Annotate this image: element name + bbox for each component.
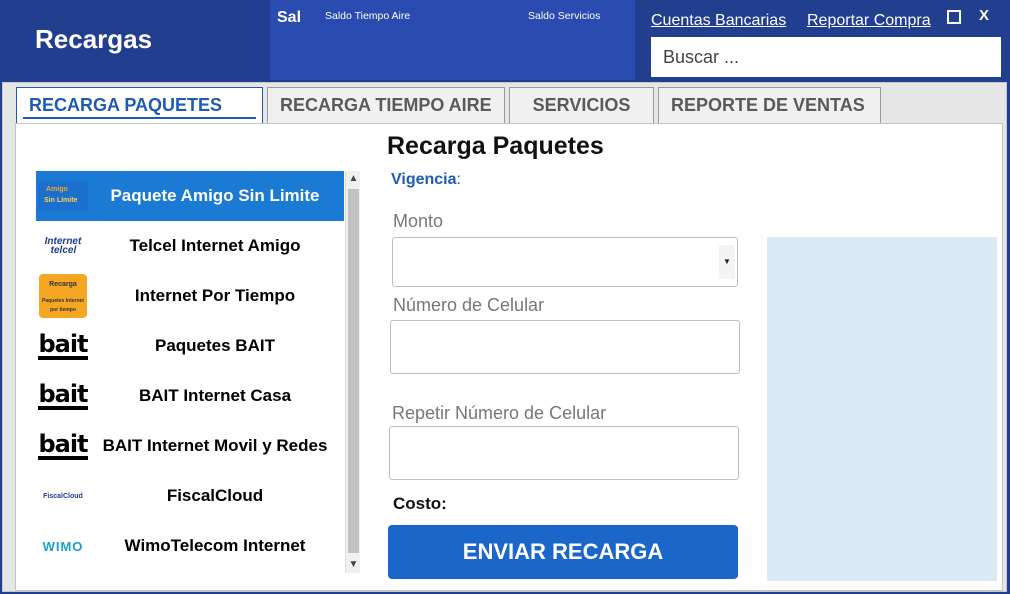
logo-text: telcel — [50, 245, 77, 256]
logo-text: Paquetes Internet por tiempo — [42, 298, 84, 313]
tab-bar: RECARGA PAQUETES RECARGA TIEMPO AIRE SER… — [16, 87, 885, 123]
costo-label: Costo: — [393, 494, 447, 513]
logo-text: bait — [38, 430, 89, 460]
list-item[interactable]: WIMO WimoTelecom Internet — [36, 521, 344, 571]
dropdown-arrow-icon[interactable]: ▼ — [719, 245, 735, 279]
bait-logo: bait — [38, 376, 89, 416]
vigencia-label: Vigencia: — [391, 171, 461, 188]
product-list[interactable]: Amigo Sin Límite Paquete Amigo Sin Limit… — [36, 171, 344, 573]
search-input[interactable] — [651, 37, 1001, 77]
list-item[interactable]: bait BAIT Internet Casa — [36, 371, 344, 421]
saldo-tiempo-aire-label: Saldo Tiempo Aire — [325, 10, 411, 22]
numero-celular-label: Número de Celular — [393, 295, 545, 315]
tab-reporte-de-ventas[interactable]: REPORTE DE VENTAS — [658, 87, 881, 123]
logo-text: WIMO — [42, 538, 84, 554]
reportar-compra-link[interactable]: Reportar Compra — [807, 12, 931, 30]
amigo-sin-limite-logo: Amigo Sin Límite — [38, 176, 88, 216]
info-panel — [767, 237, 997, 581]
list-item[interactable]: FiscalCloud FiscalCloud — [36, 471, 344, 521]
logo-text: Recarga — [49, 281, 77, 288]
chevron-down-icon[interactable]: ▼ — [346, 557, 361, 573]
tab-servicios[interactable]: SERVICIOS — [509, 87, 654, 123]
saldo-servicios-label: Saldo Servicios — [528, 10, 601, 22]
recarga-internet-logo: Recarga Paquetes Internet por tiempo — [38, 274, 88, 318]
logo-text: bait — [38, 380, 89, 410]
recarga-paquetes-panel: Amigo Sin Límite Paquete Amigo Sin Limit… — [15, 123, 1003, 591]
wimo-logo: WIMO — [38, 526, 88, 566]
recargas-window: Recargas Sal Saldo Tiempo Aire Saldo Ser… — [0, 0, 1010, 594]
repetir-numero-label: Repetir Número de Celular — [392, 403, 607, 423]
list-item[interactable]: bait BAIT Internet Movil y Redes — [36, 421, 344, 471]
monto-label: Monto — [393, 211, 444, 231]
bait-logo: bait — [38, 326, 89, 366]
maximize-icon[interactable] — [946, 6, 962, 24]
list-item[interactable]: Internet telcel Telcel Internet Amigo — [36, 221, 344, 271]
logo-text: FiscalCloud — [43, 492, 83, 500]
main-body: RECARGA PAQUETES RECARGA TIEMPO AIRE SER… — [2, 82, 1007, 592]
logo-text: Sin Límite — [44, 197, 78, 204]
logo-text: bait — [38, 330, 89, 360]
logo-text: Amigo — [46, 186, 68, 193]
tab-recarga-tiempo-aire[interactable]: RECARGA TIEMPO AIRE — [267, 87, 505, 123]
app-title: Recargas — [35, 24, 153, 54]
vigencia-text: Vigencia — [391, 171, 457, 188]
repetir-numero-input[interactable] — [389, 426, 739, 480]
scroll-thumb[interactable] — [348, 189, 359, 553]
form-title: Recarga Paquetes — [387, 132, 604, 160]
bait-logo: bait — [38, 426, 89, 466]
balance-panel: Sal Saldo Tiempo Aire Saldo Servicios — [270, 0, 635, 80]
app-header: Recargas Sal Saldo Tiempo Aire Saldo Ser… — [0, 0, 1010, 82]
list-item[interactable]: bait Paquetes BAIT — [36, 321, 344, 371]
chevron-up-icon[interactable]: ▲ — [346, 171, 361, 187]
list-item[interactable]: Amigo Sin Límite Paquete Amigo Sin Limit… — [36, 171, 344, 221]
tab-recarga-paquetes[interactable]: RECARGA PAQUETES — [16, 87, 263, 123]
product-list-scrollbar[interactable]: ▲ ▼ — [345, 171, 360, 573]
list-item[interactable]: Recarga Paquetes Internet por tiempo Inte… — [36, 271, 344, 321]
internet-telcel-logo: Internet telcel — [38, 226, 88, 266]
monto-select[interactable]: ▼ — [392, 237, 738, 287]
balance-label: Sal — [277, 9, 302, 26]
numero-celular-input[interactable] — [390, 320, 740, 374]
enviar-recarga-button[interactable]: ENVIAR RECARGA — [388, 525, 738, 579]
close-icon[interactable]: X — [976, 7, 992, 25]
fiscalcloud-logo: FiscalCloud — [38, 476, 88, 516]
cuentas-bancarias-link[interactable]: Cuentas Bancarias — [651, 12, 786, 30]
